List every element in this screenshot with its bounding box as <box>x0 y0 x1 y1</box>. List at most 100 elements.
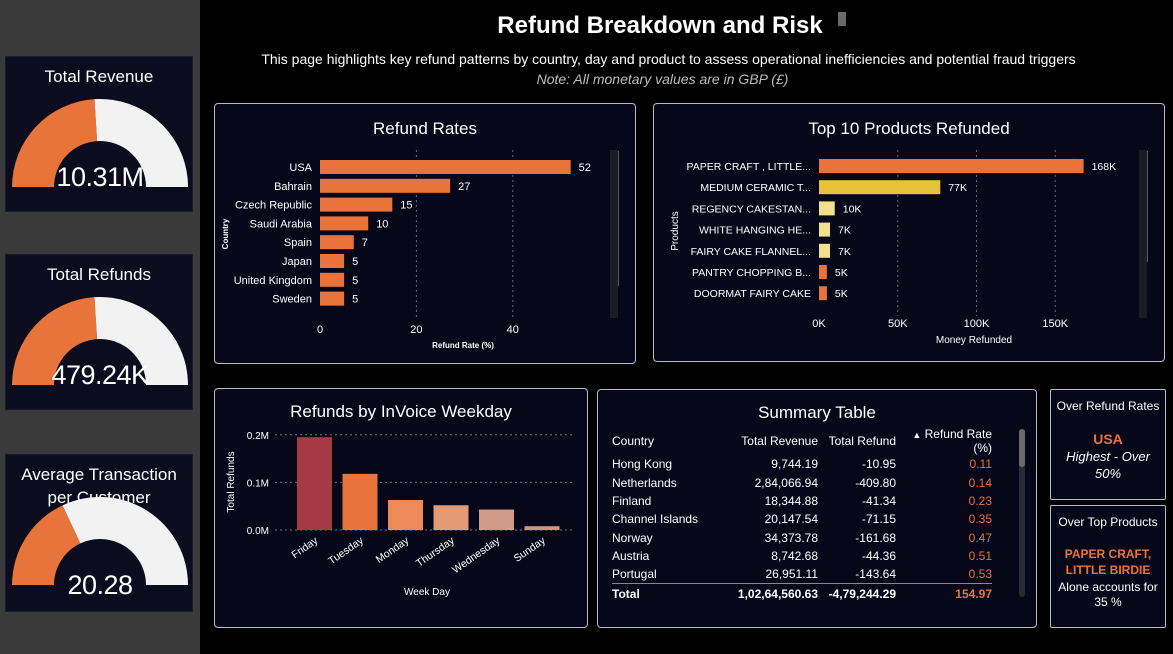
data-label: 5 <box>352 275 358 287</box>
axis-label-x: Week Day <box>404 587 450 598</box>
data-label: 7 <box>362 237 368 249</box>
axis-label-x: Money Refunded <box>936 335 1012 346</box>
table-header-row: Country Total Revenue Total Refund ▲ Ref… <box>612 427 992 455</box>
weekday-chart[interactable]: 0.0M0.1M0.2MFriday Tuesday Monday ThursdayW… <box>215 389 587 627</box>
bar <box>819 222 831 237</box>
data-label: 7K <box>838 246 851 258</box>
tick-label: 0K <box>812 318 826 330</box>
table-cell: Channel Islands <box>612 512 699 527</box>
category-label: Spain <box>284 237 312 249</box>
table-cell: 9,744.19 <box>771 457 818 472</box>
kpi-card-average-transaction: Average Transaction per Customer 20.28 <box>5 454 193 612</box>
table-total-cell: 1,02,64,560.63 <box>732 583 818 604</box>
top-products-panel[interactable]: Top 10 Products Refunded PAPER CRAFT , L… <box>653 103 1165 362</box>
column-header-total-refund[interactable]: Total Refund <box>818 427 896 455</box>
table-row[interactable]: Austria 8,742.68 -44.36 0.51 <box>612 547 992 565</box>
table-total-cell: Total <box>612 583 732 604</box>
table-cell: Netherlands <box>612 475 677 490</box>
summary-table[interactable]: Country Total Revenue Total Refund ▲ Ref… <box>612 427 992 604</box>
page-subtitle: This page highlights key refund patterns… <box>261 51 1076 67</box>
table-cell: -10.95 <box>861 457 896 472</box>
table-cell: 0.11 <box>969 457 992 472</box>
axis-label-y: Products <box>670 211 681 250</box>
data-label: 7K <box>838 225 851 237</box>
category-label: PAPER CRAFT , LITTLE... <box>687 161 811 173</box>
table-cell: 8,742.68 <box>771 549 818 564</box>
table-cell: -143.64 <box>855 567 896 582</box>
table-cell: 34,373.78 <box>764 530 818 545</box>
category-label: FAIRY CAKE FLANNEL... <box>691 246 811 258</box>
data-label: 15 <box>400 200 412 212</box>
data-label: 77K <box>948 182 967 194</box>
column-header-refund-rate[interactable]: ▲ Refund Rate (%) <box>896 427 992 455</box>
tick-label: 50K <box>888 318 908 330</box>
summary-table-panel[interactable]: Summary Table Country Total Revenue Tota… <box>597 389 1037 628</box>
callout-highlight: PAPER CRAFT, <box>1064 547 1152 561</box>
data-label: 27 <box>458 181 470 193</box>
bar <box>320 160 571 174</box>
category-label: MEDIUM CERAMIC T... <box>700 182 811 194</box>
tick-label: 100K <box>964 318 990 330</box>
bar <box>819 243 831 258</box>
bar <box>320 254 345 268</box>
weekday-panel[interactable]: Refunds by InVoice Weekday 0.0M 0.1M 0.2M F… <box>214 388 588 628</box>
category-label: WHITE HANGING HE... <box>699 225 811 237</box>
axis-label-y: Total Refunds <box>226 451 237 512</box>
callout-text: 50% <box>1094 466 1122 481</box>
table-cell: 18,344.88 <box>764 493 818 508</box>
bar <box>320 291 345 306</box>
column-header-country[interactable]: Country <box>612 427 732 455</box>
callout-title: Over Refund Rates <box>1056 399 1160 413</box>
table-row[interactable]: Norway 34,373.78 -161.68 0.47 <box>612 529 992 547</box>
table-row[interactable]: Hong Kong 9,744.19 -10.95 0.11 <box>612 455 992 473</box>
bar <box>297 437 332 530</box>
table-cell: Hong Kong <box>612 457 673 472</box>
table-scroll-thumb[interactable] <box>1019 429 1025 467</box>
top-products-chart[interactable]: PAPER CRAFT , LITTLE... 168K MEDIUM CERAMI… <box>654 104 1164 361</box>
callout-top-products: Over Top Products PAPER CRAFT, LITTLE BI… <box>1050 505 1166 628</box>
data-label: 5 <box>352 294 358 306</box>
tick-label: 0 <box>317 324 323 336</box>
data-label: 5 <box>352 256 358 268</box>
table-row[interactable]: Netherlands 2,84,066.94 -409.80 0.14 <box>612 473 992 491</box>
data-label: 5K <box>835 267 848 279</box>
table-cell: 0.47 <box>968 530 992 545</box>
table-row[interactable]: Finland 18,344.88 -41.34 0.23 <box>612 492 992 510</box>
table-cell: 0.53 <box>968 567 992 582</box>
data-label: 10K <box>843 203 862 215</box>
axis-label-y: Country <box>221 218 230 249</box>
data-label: 10 <box>376 218 388 230</box>
currency-note: Note: All monetary values are in GBP (£) <box>536 71 789 87</box>
kpi-value: 20.28 <box>67 570 133 600</box>
category-label: Bahrain <box>274 181 312 193</box>
tick-label: 40 <box>507 324 519 336</box>
bar <box>479 509 514 530</box>
bar <box>524 526 560 530</box>
bar <box>819 265 827 279</box>
bar <box>388 500 423 530</box>
table-cell: -71.15 <box>861 512 896 527</box>
tick-label: 150K <box>1042 318 1068 330</box>
table-cell: -409.80 <box>855 475 896 490</box>
tick-label: 0.1M <box>247 478 269 489</box>
table-cell: 0.35 <box>968 512 992 527</box>
panel-title: Summary Table <box>758 403 876 422</box>
table-cell: -41.34 <box>861 493 896 508</box>
bar <box>320 272 345 287</box>
kpi-card-total-revenue: Total Revenue 10.31M <box>5 56 193 212</box>
category-label: Czech Republic <box>235 200 313 212</box>
table-cell: -44.36 <box>861 549 896 564</box>
chart-scrollbar[interactable] <box>1139 150 1147 318</box>
chart-scrollbar[interactable] <box>610 150 618 318</box>
table-row[interactable]: Portugal 26,951.11 -143.64 0.53 <box>612 565 992 583</box>
callout-text: Highest - Over <box>1066 449 1150 464</box>
category-label: Japan <box>282 256 312 268</box>
table-row[interactable]: Channel Islands 20,147.54 -71.15 0.35 <box>612 510 992 528</box>
table-cell: 0.23 <box>968 493 992 508</box>
kpi-value: 479.24K <box>51 360 149 390</box>
sort-ascending-icon: ▲ <box>912 430 922 440</box>
table-cell: Norway <box>612 530 653 545</box>
refund-rates-panel[interactable]: Refund Rates USA 52 Bahrain 27 Czech Republi… <box>214 103 636 364</box>
column-header-total-revenue[interactable]: Total Revenue <box>732 427 818 455</box>
refund-rates-chart[interactable]: USA 52 Bahrain 27 Czech Republic 15 Saudi Arab… <box>215 104 635 363</box>
